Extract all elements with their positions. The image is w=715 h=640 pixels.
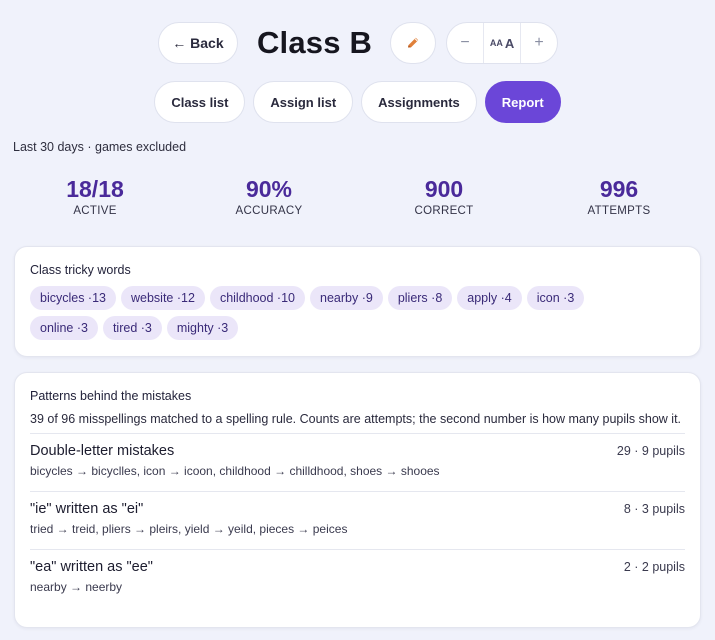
word-chip[interactable]: childhood ·10 [209, 286, 305, 310]
pattern-title: "ea" written as "ee" [30, 559, 153, 575]
tab-assignments[interactable]: Assignments [361, 81, 477, 123]
font-increase-button[interactable]: + [521, 23, 557, 63]
tab-assign-list[interactable]: Assign list [253, 81, 354, 123]
period-note: Last 30 days · games excluded [13, 140, 187, 154]
patterns-heading: Patterns behind the mistakes [30, 389, 192, 403]
pattern-count: 2 · 2 pupils [623, 560, 685, 574]
stat-label: CORRECT [414, 205, 474, 217]
stat-label: ACCURACY [235, 205, 303, 217]
stat-active: 18/18 ACTIVE [25, 176, 165, 217]
stat-value: 900 [424, 176, 464, 202]
stat-value: 90% [245, 176, 293, 202]
stat-label: ACTIVE [73, 205, 117, 217]
patterns-description: 39 of 96 misspellings matched to a spell… [30, 412, 682, 426]
word-chip[interactable]: tired ·3 [102, 316, 162, 340]
stats-row: 18/18 ACTIVE 90% ACCURACY 900 CORRECT 99… [0, 176, 715, 222]
stat-value: 996 [599, 176, 639, 202]
edit-button[interactable] [390, 22, 437, 64]
patterns-card: Patterns behind the mistakes 39 of 96 mi… [14, 372, 701, 628]
font-size-toggle[interactable]: AA A [483, 23, 522, 63]
word-chip[interactable]: bicycles ·13 [30, 286, 116, 310]
pattern-row: Double-letter mistakes 29 · 9 pupils bic… [30, 433, 685, 486]
pattern-examples: nearby → neerby [30, 580, 123, 594]
stat-label: ATTEMPTS [587, 205, 651, 217]
pattern-count: 8 · 3 pupils [623, 502, 685, 516]
stat-correct: 900 CORRECT [374, 176, 514, 217]
word-chip[interactable]: online ·3 [30, 316, 98, 340]
tab-bar: Class list Assign list Assignments Repor… [0, 81, 715, 123]
font-decrease-button[interactable]: − [447, 23, 483, 63]
tricky-words-list: bicycles ·13 website ·12 childhood ·10 n… [30, 286, 650, 340]
tab-class-list[interactable]: Class list [154, 81, 246, 123]
pattern-row: "ie" written as "ei" 8 · 3 pupils tried … [30, 491, 685, 544]
word-chip[interactable]: nearby ·9 [310, 286, 383, 310]
tricky-words-heading: Class tricky words [30, 263, 131, 277]
pattern-row: "ea" written as "ee" 2 · 2 pupils nearby… [30, 549, 685, 602]
tricky-words-card: Class tricky words bicycles ·13 website … [14, 246, 701, 357]
pattern-count: 29 · 9 pupils [616, 444, 685, 458]
pencil-icon [408, 37, 419, 48]
font-big-glyph: A [504, 35, 515, 51]
pattern-examples: tried → treid, pliers → pleirs, yield → … [30, 522, 348, 536]
word-chip[interactable]: icon ·3 [526, 286, 585, 310]
pattern-title: Double-letter mistakes [30, 443, 175, 459]
tab-report[interactable]: Report [484, 81, 561, 123]
word-chip[interactable]: pliers ·8 [387, 286, 453, 310]
font-size-control: − AA A + [446, 22, 559, 64]
header: ← Back Class B − AA A + [0, 22, 715, 64]
stat-attempts: 996 ATTEMPTS [549, 176, 689, 217]
stat-value: 18/18 [66, 176, 124, 202]
back-button[interactable]: ← Back [157, 22, 238, 64]
pattern-title: "ie" written as "ei" [30, 501, 144, 517]
stat-accuracy: 90% ACCURACY [199, 176, 339, 217]
page-title: Class B [256, 25, 373, 60]
word-chip[interactable]: mighty ·3 [166, 316, 239, 340]
word-chip[interactable]: website ·12 [121, 286, 205, 310]
font-small-glyph: AA [489, 38, 503, 48]
word-chip[interactable]: apply ·4 [457, 286, 522, 310]
pattern-examples: bicycles → bicyclles, icon → icoon, chil… [30, 464, 440, 478]
